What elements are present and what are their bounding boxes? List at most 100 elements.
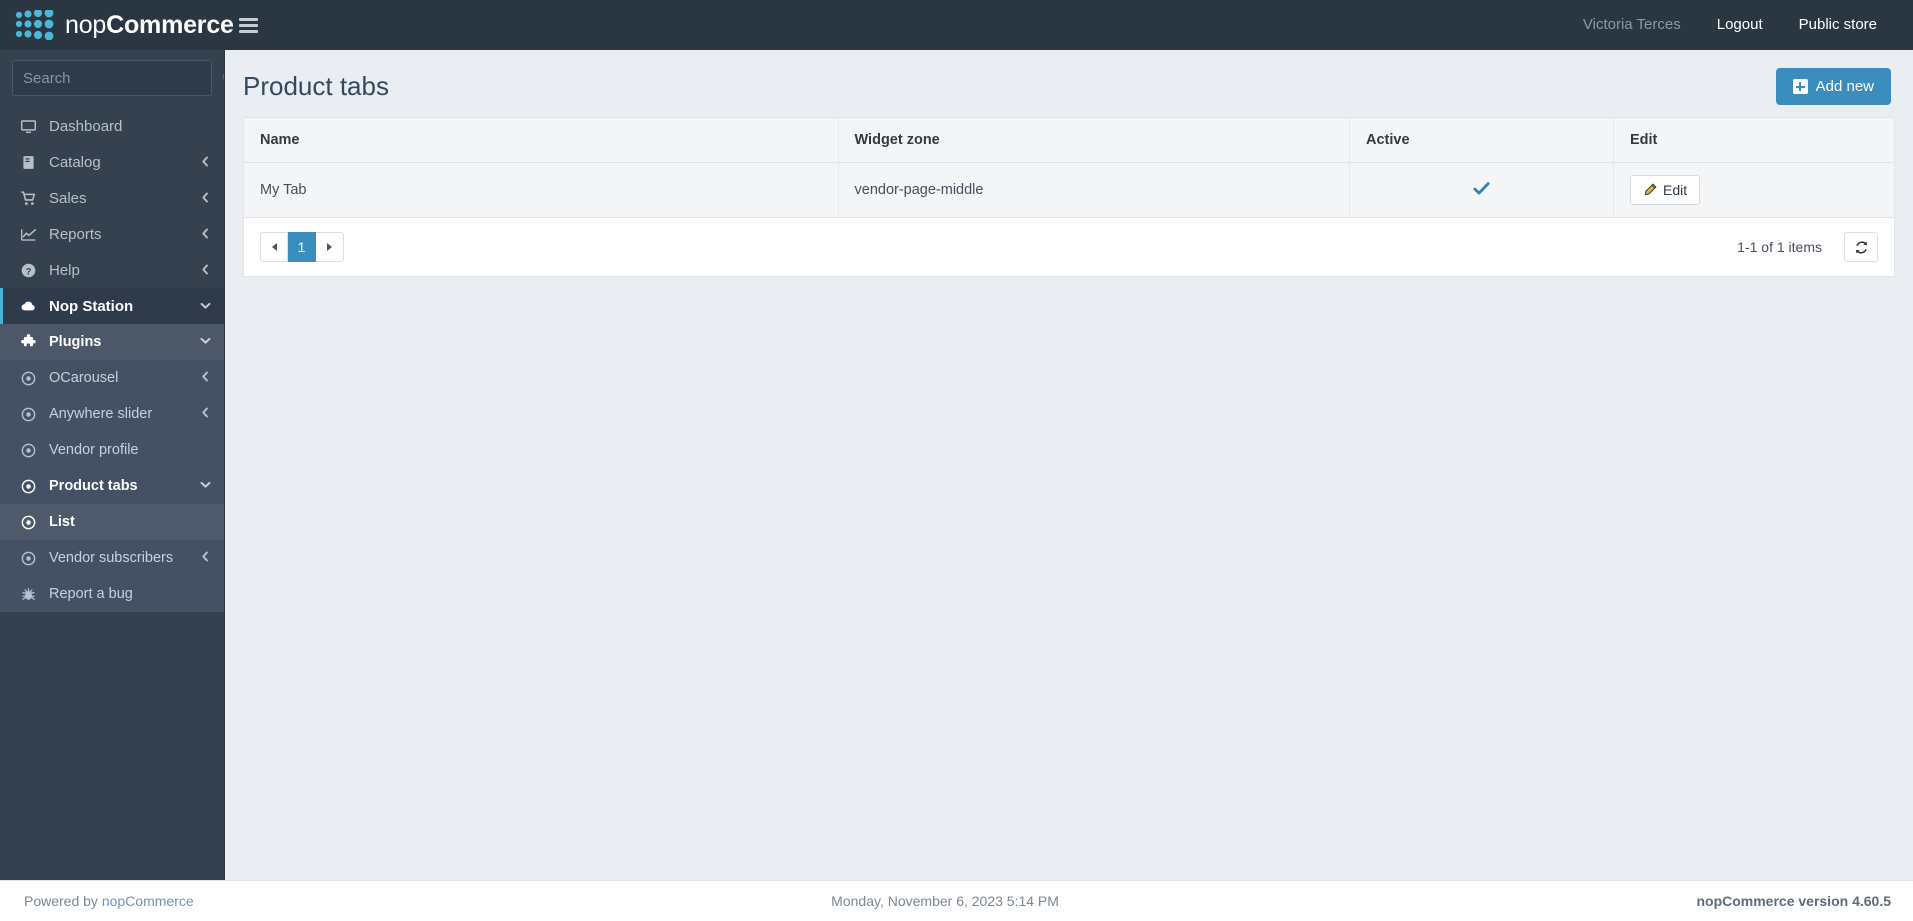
chevron-left-icon: [200, 226, 212, 243]
sidebar: Dashboard Catalog Sales Reports? Help Nop Sta…: [0, 50, 224, 880]
edit-button-label: Edit: [1663, 182, 1688, 198]
page-title: Product tabs: [243, 71, 389, 101]
sidebar-link-dashboard[interactable]: Dashboard: [0, 108, 224, 144]
sidebar-item-list[interactable]: List: [0, 504, 224, 540]
sidebar-link-vendor-subscribers[interactable]: Vendor subscribers: [0, 540, 224, 576]
nopcommerce-dots-icon: [15, 10, 54, 40]
sidebar-link-sales[interactable]: Sales: [0, 180, 224, 216]
refresh-icon: [1855, 240, 1867, 254]
add-new-button[interactable]: Add new: [1775, 68, 1891, 105]
column-header-active[interactable]: Active: [1349, 118, 1614, 163]
sidebar-link-anywhere-slider[interactable]: Anywhere slider: [0, 396, 224, 432]
monitor-icon: [18, 116, 38, 136]
sidebar-item-label: Anywhere slider: [49, 406, 153, 422]
sidebar-item-nop-station[interactable]: Nop Station: [0, 288, 224, 324]
column-header-widget-zone[interactable]: Widget zone: [838, 118, 1350, 163]
chevron-left-icon: [200, 370, 212, 386]
pager-prev-button[interactable]: [260, 232, 288, 262]
sidebar-item-ocarousel[interactable]: OCarousel: [0, 360, 224, 396]
chevron-left-icon: [200, 262, 212, 279]
chevron-right-icon: [327, 243, 332, 251]
sidebar-item-dashboard[interactable]: Dashboard: [0, 108, 224, 144]
column-header-name[interactable]: Name: [244, 118, 839, 163]
sidebar-item-reports[interactable]: Reports: [0, 216, 224, 252]
sidebar-link-ocarousel[interactable]: OCarousel: [0, 360, 224, 396]
sidebar-toggle-button[interactable]: [224, 0, 272, 50]
sidebar-link-nop-station[interactable]: Nop Station: [0, 288, 224, 324]
brand-text-bold: Commerce: [106, 10, 234, 39]
product-tabs-panel: Name Widget zone Active Edit My Tab vendo…: [243, 117, 1895, 277]
search-input[interactable]: [23, 69, 222, 87]
sidebar-link-report-a-bug[interactable]: Report a bug: [0, 576, 224, 612]
logout-link[interactable]: Logout: [1699, 0, 1781, 50]
bug-icon: [18, 584, 38, 604]
pager-right: 1-1 of 1 items: [1737, 232, 1878, 262]
sidebar-link-list[interactable]: List: [0, 504, 224, 540]
footer-version: nopCommerce version 4.60.5: [1696, 893, 1891, 909]
sidebar-item-label: Plugins: [49, 334, 102, 350]
top-navbar: nopCommerce Victoria Terces Logout Publi…: [0, 0, 1913, 50]
pager-page-1-button[interactable]: 1: [288, 232, 316, 262]
sidebar-link-help[interactable]: ? Help: [0, 252, 224, 288]
chevron-left-icon: [200, 550, 212, 566]
cloud-icon: [18, 296, 38, 316]
footer-powered-by-prefix: Powered by: [24, 893, 102, 909]
brand-text: nopCommerce: [65, 10, 234, 39]
cell-name: My Tab: [244, 162, 839, 218]
circle-dot-icon: [18, 476, 38, 496]
sidebar-item-label: Help: [49, 261, 80, 279]
chevron-down-icon: [200, 298, 212, 315]
pagination: 1: [260, 232, 344, 262]
sidebar-item-label: Catalog: [49, 153, 101, 171]
content-column: Product tabs Add new Name Widget zone Ac…: [224, 50, 1913, 880]
sidebar-item-vendor-profile[interactable]: Vendor profile: [0, 432, 224, 468]
item-count-label: 1-1 of 1 items: [1737, 239, 1822, 255]
sidebar-item-anywhere-slider[interactable]: Anywhere slider: [0, 396, 224, 432]
pager-next-button[interactable]: [316, 232, 344, 262]
sidebar-item-label: Sales: [49, 189, 87, 207]
question-icon: ?: [18, 260, 38, 280]
sidebar-link-catalog[interactable]: Catalog: [0, 144, 224, 180]
page-header: Product tabs Add new: [225, 50, 1913, 117]
sidebar-item-report-a-bug[interactable]: Report a bug: [0, 576, 224, 612]
sidebar-link-vendor-profile[interactable]: Vendor profile: [0, 432, 224, 468]
brand-text-light: nop: [65, 10, 107, 39]
pencil-icon: [1644, 183, 1657, 196]
sidebar-item-label: OCarousel: [49, 370, 119, 386]
sidebar-item-help[interactable]: ? Help: [0, 252, 224, 288]
puzzle-icon: [18, 332, 38, 352]
sidebar-item-label: Vendor profile: [49, 442, 139, 458]
public-store-link[interactable]: Public store: [1781, 0, 1895, 50]
pager-bar: 1 1-1 of 1 items: [244, 218, 1894, 276]
current-user-label: Victoria Terces: [1582, 16, 1681, 33]
table-row: My Tab vendor-page-middle Edit: [244, 162, 1894, 218]
sidebar-item-sales[interactable]: Sales: [0, 180, 224, 216]
chevron-down-icon: [200, 334, 212, 350]
sidebar-item-plugins[interactable]: Plugins: [0, 324, 224, 360]
search-box[interactable]: [12, 60, 224, 96]
svg-text:?: ?: [25, 266, 31, 276]
sidebar-item-product-tabs[interactable]: Product tabs: [0, 468, 224, 504]
footer-nopcommerce-link[interactable]: nopCommerce: [102, 893, 194, 909]
circle-dot-icon: [18, 512, 38, 532]
search-icon[interactable]: [222, 70, 224, 87]
sidebar-item-vendor-subscribers[interactable]: Vendor subscribers: [0, 540, 224, 576]
circle-dot-icon: [18, 368, 38, 388]
sidebar-link-product-tabs[interactable]: Product tabs: [0, 468, 224, 504]
sidebar-item-label: Nop Station: [49, 297, 134, 315]
sidebar-link-reports[interactable]: Reports: [0, 216, 224, 252]
cell-active: [1349, 162, 1614, 218]
refresh-button[interactable]: [1844, 232, 1878, 262]
column-header-edit: Edit: [1613, 118, 1894, 163]
plus-square-icon: [1792, 79, 1808, 94]
table-body: My Tab vendor-page-middle Edit: [244, 162, 1894, 218]
sidebar-item-catalog[interactable]: Catalog: [0, 144, 224, 180]
footer-row: Powered by nopCommerce Monday, November …: [24, 893, 1891, 909]
brand-logo[interactable]: nopCommerce: [0, 0, 234, 50]
body-wrapper: Dashboard Catalog Sales Reports? Help Nop Sta…: [0, 50, 1913, 880]
edit-button[interactable]: Edit: [1630, 175, 1701, 205]
sidebar-link-plugins[interactable]: Plugins: [0, 324, 224, 360]
circle-dot-icon: [18, 548, 38, 568]
book-icon: [18, 152, 38, 172]
